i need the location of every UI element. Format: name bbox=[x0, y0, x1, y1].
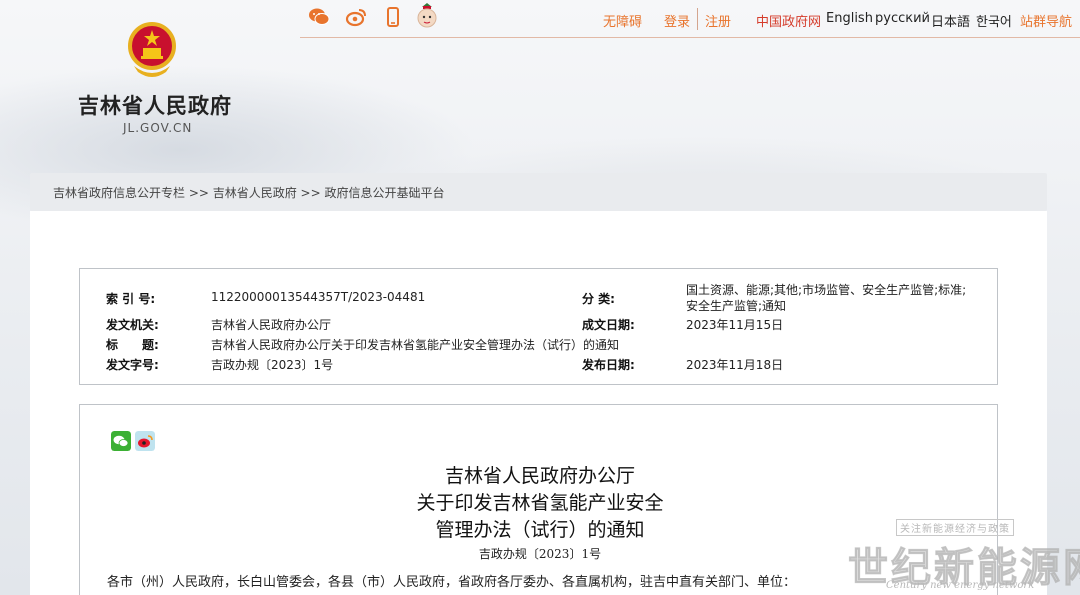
document-title-line-2: 关于印发吉林省氢能产业安全 bbox=[416, 492, 664, 514]
korean-link[interactable]: 한국어 bbox=[976, 11, 1012, 30]
wechat-icon[interactable] bbox=[308, 6, 330, 28]
japanese-link[interactable]: 日本語 bbox=[931, 11, 970, 30]
register-link[interactable]: 注册 bbox=[705, 11, 731, 30]
category-label: 分 类: bbox=[582, 292, 615, 306]
document-number: 吉政办规〔2023〕1号 bbox=[478, 547, 602, 561]
russian-link[interactable]: русский bbox=[875, 11, 930, 26]
title-label: 标 题: bbox=[106, 338, 159, 352]
document-first-paragraph: 各市（州）人民政府，长白山管委会，各县（市）人民政府，省政府各厅委办、各直属机构… bbox=[107, 575, 797, 590]
national-emblem-icon bbox=[128, 22, 176, 77]
index-value: 11220000013544357T/2023-04481 bbox=[211, 290, 426, 304]
doc-number-value: 吉政办规〔2023〕1号 bbox=[211, 358, 334, 372]
watermark-subtitle: Century new energy network bbox=[886, 580, 1035, 591]
document-title-line-1: 吉林省人民政府办公厅 bbox=[444, 465, 635, 487]
document-title-line-3: 管理办法（试行）的通知 bbox=[435, 519, 645, 541]
created-date-value: 2023年11月15日 bbox=[686, 318, 784, 332]
site-nav-link[interactable]: 站群导航 bbox=[1020, 11, 1072, 30]
share-wechat-icon[interactable] bbox=[111, 431, 131, 451]
title-value: 吉林省人民政府办公厅关于印发吉林省氢能产业安全管理办法（试行）的通知 bbox=[211, 338, 620, 352]
doc-number-label: 发文字号: bbox=[106, 358, 159, 372]
china-gov-link[interactable]: 中国政府网 bbox=[756, 11, 821, 30]
issuer-label: 发文机关: bbox=[106, 318, 159, 332]
english-link[interactable]: English bbox=[826, 11, 873, 26]
mobile-icon[interactable] bbox=[382, 6, 404, 28]
published-date-value: 2023年11月18日 bbox=[686, 358, 784, 372]
issuer-value: 吉林省人民政府办公厅 bbox=[211, 318, 332, 332]
share-weibo-icon[interactable] bbox=[135, 431, 155, 451]
site-title[interactable]: 吉林省人民政府 bbox=[78, 90, 232, 120]
link-divider bbox=[697, 8, 698, 30]
breadcrumb: 吉林省政府信息公开专栏 >> 吉林省人民政府 >> 政府信息公开基础平台 bbox=[30, 173, 1047, 211]
login-link[interactable]: 登录 bbox=[664, 11, 690, 30]
breadcrumb-text[interactable]: 吉林省政府信息公开专栏 >> 吉林省人民政府 >> 政府信息公开基础平台 bbox=[53, 184, 444, 201]
site-domain: JL.GOV.CN bbox=[123, 121, 193, 135]
watermark-tag: 关注新能源经济与政策 bbox=[896, 519, 1014, 536]
index-label: 索 引 号: bbox=[106, 292, 156, 306]
accessibility-link[interactable]: 无障碍 bbox=[603, 11, 642, 30]
created-date-label: 成文日期: bbox=[582, 318, 635, 332]
category-value: 国土资源、能源;其他;市场监管、安全生产监管;标准;安全生产监管;通知 bbox=[686, 283, 967, 313]
mascot-icon[interactable] bbox=[415, 3, 439, 31]
published-date-label: 发布日期: bbox=[582, 358, 635, 372]
weibo-icon[interactable] bbox=[345, 6, 367, 28]
